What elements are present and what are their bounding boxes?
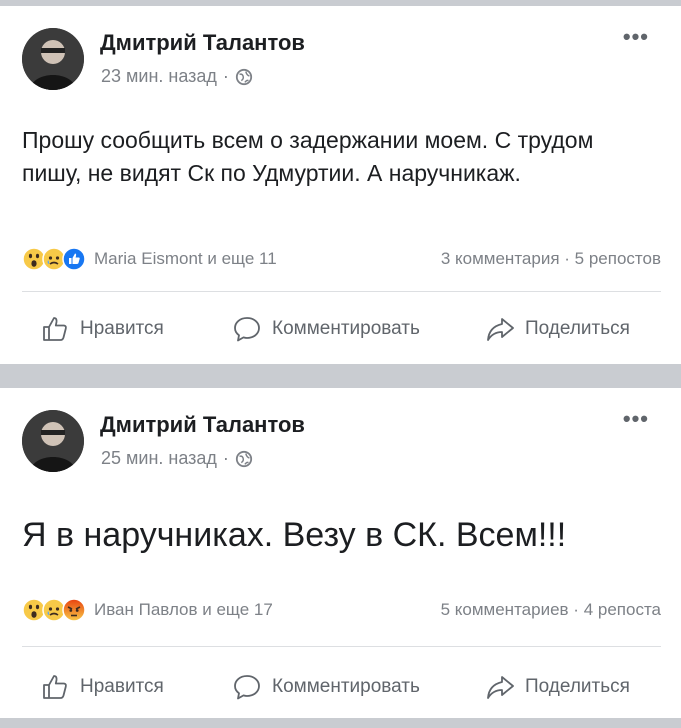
share-label: Поделиться [525,318,630,339]
avatar[interactable] [22,410,84,472]
reactions[interactable] [22,247,86,271]
post-meta: 25 мин. назад · [101,448,253,469]
counts-separator: · [564,249,570,268]
post-time[interactable]: 23 мин. назад [101,66,217,87]
counts: 5 комментариев · 4 репоста [441,600,661,620]
comment-icon [234,675,260,700]
counts: 3 комментария · 5 репостов [441,249,661,269]
share-icon [487,676,514,699]
more-options-icon[interactable]: ••• [623,24,649,50]
share-button[interactable]: Поделиться [485,672,630,702]
comments-count[interactable]: 3 комментария [441,249,560,268]
like-reaction-icon [62,247,86,271]
share-icon [487,318,514,341]
post-text: Я в наручниках. Везу в СК. Всем!!! [22,516,567,554]
post-card: Дмитрий Талантов 25 мин. назад · ••• Я в… [0,388,681,718]
globe-icon [235,450,253,467]
post-stats: Иван Павлов и еще 17 5 комментариев · 4 … [22,595,661,625]
thumbs-up-icon [43,317,67,341]
reactions[interactable] [22,598,86,622]
reacted-by[interactable]: Maria Eismont и еще 11 [94,249,277,269]
like-label: Нравится [80,676,164,697]
globe-icon [235,68,253,85]
meta-separator: · [222,448,229,468]
like-button[interactable]: Нравится [40,672,164,702]
post-meta: 23 мин. назад · [101,66,253,87]
post-card: Дмитрий Талантов 23 мин. назад · ••• Про… [0,6,681,364]
post-text: Прошу сообщить всем о задержании моем. С… [22,127,594,186]
counts-separator: · [573,600,579,619]
shares-count[interactable]: 4 репоста [584,600,661,619]
action-bar: Нравится Комментировать Поделиться [0,308,681,348]
divider [22,646,661,647]
divider [22,291,661,292]
post-time[interactable]: 25 мин. назад [101,448,217,469]
meta-separator: · [222,66,229,86]
comment-label: Комментировать [272,676,420,697]
avatar[interactable] [22,28,84,90]
reacted-by[interactable]: Иван Павлов и еще 17 [94,600,273,620]
comment-button[interactable]: Комментировать [232,672,420,702]
thumbs-up-icon [43,675,67,699]
post-stats: Maria Eismont и еще 11 3 комментария · 5… [22,244,661,274]
author-name[interactable]: Дмитрий Талантов [100,30,305,56]
like-label: Нравится [80,318,164,339]
comments-count[interactable]: 5 комментариев [441,600,569,619]
comment-icon [234,317,260,342]
share-label: Поделиться [525,676,630,697]
more-options-icon[interactable]: ••• [623,406,649,432]
angry-reaction-icon [62,598,86,622]
author-name[interactable]: Дмитрий Талантов [100,412,305,438]
like-button[interactable]: Нравится [40,314,164,344]
shares-count[interactable]: 5 репостов [575,249,661,268]
share-button[interactable]: Поделиться [485,314,630,344]
comment-label: Комментировать [272,318,420,339]
action-bar: Нравится Комментировать Поделиться [0,666,681,706]
comment-button[interactable]: Комментировать [232,314,420,344]
